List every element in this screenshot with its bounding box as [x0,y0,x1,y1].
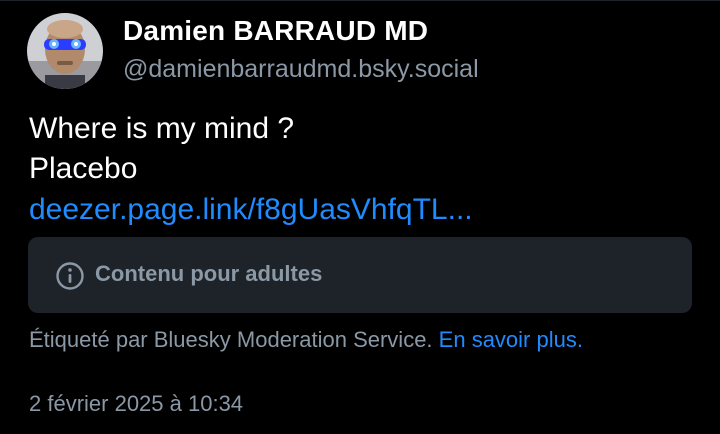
moderation-notice: Étiqueté par Bluesky Moderation Service.… [29,327,583,353]
moderation-text: Étiqueté par Bluesky Moderation Service. [29,327,433,352]
author-handle[interactable]: @damienbarraudmd.bsky.social [123,55,479,84]
avatar[interactable] [27,13,103,89]
post-text-line: Where is my mind ? [29,112,295,145]
divider [0,0,720,1]
content-warning-label: Contenu pour adultes [95,261,323,286]
content-warning-button[interactable]: Contenu pour adultes [28,237,692,313]
post-text-line: Placebo [29,152,138,185]
author-display-name[interactable]: Damien BARRAUD MD [123,15,428,47]
avatar-image [27,13,103,89]
post-timestamp: 2 février 2025 à 10:34 [29,391,244,416]
learn-more-link[interactable]: En savoir plus. [439,327,583,352]
post-container: Damien BARRAUD MD @damienbarraudmd.bsky.… [0,0,720,434]
info-circle-icon [56,262,84,290]
post-link[interactable]: deezer.page.link/f8gUasVhfqTL... [29,193,473,227]
